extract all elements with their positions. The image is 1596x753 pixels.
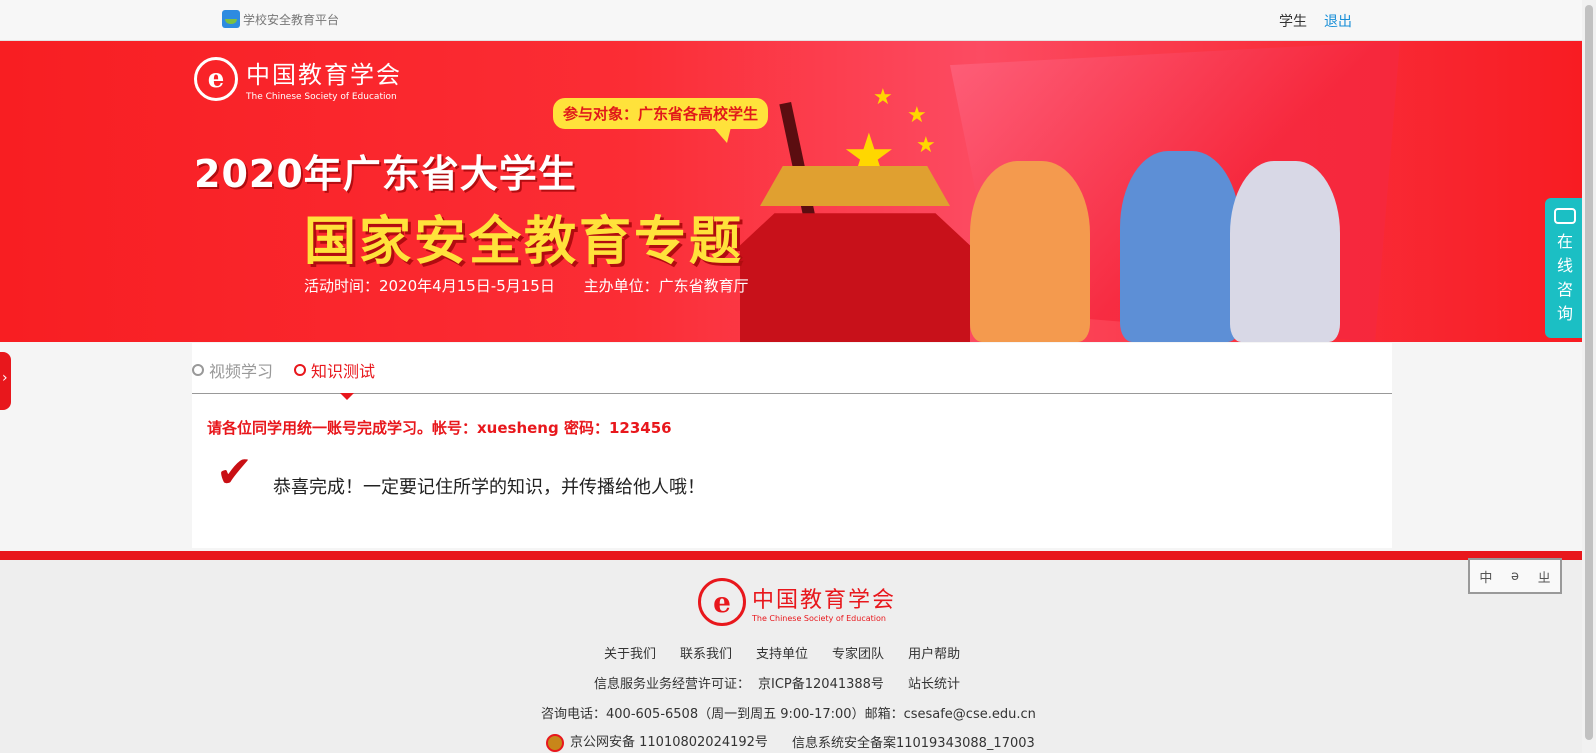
- check-circle-icon: [294, 364, 306, 376]
- tab-label: 视频学习: [209, 362, 274, 381]
- footer-contact: 咨询电话：400-605-6508（周一到周五 9:00-17:00）邮箱：cs…: [541, 707, 1036, 722]
- scrollbar-thumb[interactable]: [1585, 5, 1593, 740]
- lang-option-a[interactable]: ə: [1511, 569, 1519, 584]
- completion-message: 恭喜完成！一定要记住所学的知识，并传播给他人哦！: [273, 477, 705, 498]
- user-role: 学生: [1279, 14, 1307, 30]
- icp-label: 信息服务业务经营许可证：: [594, 677, 751, 692]
- security-record[interactable]: 信息系统安全备案11019343088_17003: [792, 732, 1035, 751]
- tab-video-learning[interactable]: 视频学习: [192, 358, 273, 382]
- checkmark-icon: ✔: [216, 447, 253, 498]
- banner-info: 活动时间：2020年4月15日-5月15日 主办单位：广东省教育厅: [304, 275, 773, 296]
- tab-label: 知识测试: [311, 362, 376, 381]
- banner-subtitle: 国家安全教育专题: [304, 212, 745, 272]
- lang-zh[interactable]: 中: [1479, 567, 1492, 586]
- footer-org-cn: 中国教育学会: [752, 587, 897, 613]
- online-consult-button[interactable]: 在线咨询: [1545, 198, 1585, 338]
- footer-link-support[interactable]: 支持单位: [756, 643, 808, 662]
- stats-link[interactable]: 站长统计: [908, 673, 960, 692]
- student-illustration: [1230, 161, 1340, 342]
- student-illustration: [1120, 151, 1240, 342]
- footer-org-en: The Chinese Society of Education: [752, 613, 886, 623]
- side-expand-tab[interactable]: [0, 352, 11, 410]
- logout-link[interactable]: 退出: [1324, 11, 1352, 31]
- banner: ★ ★ ★ ★ e 中国教育学会 The Chinese Society of …: [0, 41, 1582, 342]
- police-record: 京公网安备 11010802024192号: [546, 731, 768, 752]
- platform-logo[interactable]: 学校安全教育平台: [222, 10, 339, 28]
- language-switcher[interactable]: 中 ə ㄓ: [1468, 558, 1562, 594]
- footer-link-help[interactable]: 用户帮助: [908, 643, 960, 662]
- activity-time: 活动时间：2020年4月15日-5月15日: [304, 277, 555, 295]
- footer-icp: 信息服务业务经营许可证： 京ICP备12041388号 站长统计: [594, 673, 960, 692]
- top-bar: 学校安全教育平台 学生 退出: [0, 0, 1582, 41]
- org-name-en: The Chinese Society of Education: [246, 92, 397, 102]
- star-icon: ★: [916, 133, 936, 158]
- organizer: 主办单位：广东省教育厅: [583, 277, 749, 295]
- footer-link-about[interactable]: 关于我们: [604, 643, 656, 662]
- radio-icon: [192, 364, 204, 376]
- footer: e 中国教育学会 The Chinese Society of Educatio…: [0, 560, 1582, 753]
- lang-option-b[interactable]: ㄓ: [1538, 567, 1551, 586]
- footer-link-experts[interactable]: 专家团队: [832, 643, 884, 662]
- footer-logo: e 中国教育学会 The Chinese Society of Educatio…: [698, 578, 896, 626]
- cse-logo-icon: e: [698, 578, 746, 626]
- police-record-text[interactable]: 京公网安备 11010802024192号: [570, 735, 768, 750]
- footer-police: 京公网安备 11010802024192号 信息系统安全备案1101934308…: [546, 731, 1035, 752]
- tab-bar: 视频学习 知识测试: [192, 343, 1392, 394]
- cse-logo-icon: e: [194, 56, 238, 101]
- student-illustration: [970, 161, 1090, 342]
- org-name-cn: 中国教育学会: [246, 61, 402, 89]
- platform-name: 学校安全教育平台: [243, 12, 340, 27]
- footer-link-contact[interactable]: 联系我们: [680, 643, 732, 662]
- main-panel: 视频学习 知识测试 请各位同学用统一账号完成学习。帐号：xuesheng 密码：…: [192, 343, 1392, 548]
- active-tab-indicator: [340, 393, 354, 400]
- tab-knowledge-test[interactable]: 知识测试: [294, 358, 375, 382]
- chat-icon: [1554, 208, 1576, 224]
- gate-roof-graphic: [760, 166, 950, 206]
- star-icon: ★: [907, 103, 927, 128]
- footer-links: 关于我们 联系我们 支持单位 专家团队 用户帮助: [604, 643, 960, 662]
- icp-link[interactable]: 京ICP备12041388号: [758, 673, 884, 692]
- police-badge-icon: [546, 733, 564, 752]
- online-consult-label: 在线咨询: [1557, 232, 1574, 323]
- star-icon: ★: [873, 85, 893, 110]
- platform-logo-icon: [222, 10, 240, 28]
- footer-divider: [0, 551, 1582, 560]
- org-logo: e 中国教育学会 The Chinese Society of Educatio…: [194, 55, 402, 102]
- banner-title: 2020年广东省大学生: [194, 152, 577, 196]
- participants-bubble: 参与对象：广东省各高校学生: [553, 98, 769, 143]
- account-notice: 请各位同学用统一账号完成学习。帐号：xuesheng 密码：123456: [207, 419, 672, 437]
